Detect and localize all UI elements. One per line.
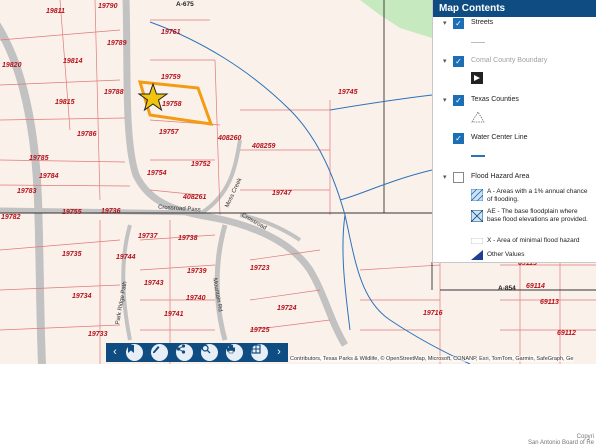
layer-name: Texas Counties (471, 96, 519, 103)
map-view[interactable]: A-675 A-854 19790 19811 19789 19761 1981… (0, 0, 596, 364)
layer-name: Streets (471, 19, 494, 26)
boundary-legend-icon (471, 72, 483, 84)
parcel-label: 19757 (159, 129, 179, 136)
parcel-label: 69112 (557, 330, 576, 337)
parcel-label: 19815 (55, 99, 75, 106)
parcel-label: 19738 (178, 235, 198, 242)
panel-title: Map Contents (433, 0, 596, 17)
layers-icon (251, 344, 261, 354)
parcel-label: 19716 (423, 310, 443, 317)
share-icon (176, 344, 186, 354)
flood-a-legend-text: A - Areas with a 1% annual chance of flo… (487, 188, 588, 203)
streets-legend-line (471, 42, 485, 43)
parcel-label: 19740 (186, 295, 206, 302)
flood-x-legend-icon (471, 238, 483, 244)
parcel-label: 69113 (540, 299, 559, 306)
layers-button[interactable] (251, 344, 268, 361)
parcel-label: 19745 (338, 89, 358, 96)
parcel-label: 19736 (101, 208, 121, 215)
layer-checkbox[interactable]: ✓ (453, 56, 464, 67)
counties-legend-icon (471, 111, 485, 123)
share-button[interactable] (176, 344, 193, 361)
toolbar-prev-button[interactable]: ‹ (108, 343, 122, 362)
draw-button[interactable] (151, 344, 168, 361)
parcel-label: 19723 (250, 265, 270, 272)
parcel-label: 19725 (250, 327, 270, 334)
survey-label: A-675 (176, 1, 194, 8)
parcel-label: 19790 (98, 3, 118, 10)
parcel-label: 19814 (63, 58, 83, 65)
parcel-label: 19758 (162, 101, 182, 108)
parcel-label: 19734 (72, 293, 92, 300)
chevron-down-icon[interactable]: ▾ (443, 19, 447, 27)
chevron-down-icon[interactable]: ▾ (443, 173, 447, 181)
parcel-label: 19820 (2, 62, 22, 69)
draw-icon (153, 346, 160, 353)
survey-label: A-854 (498, 285, 516, 292)
parcel-label: 19786 (77, 131, 97, 138)
parcel-label: 19754 (147, 170, 167, 177)
copyright-notice: Copyri San Antonio Board of Re (528, 434, 594, 446)
print-icon (227, 345, 235, 354)
water-legend-line (471, 155, 485, 157)
parcel-label: 19755 (62, 209, 82, 216)
parcel-label: 19724 (277, 305, 297, 312)
layer-checkbox[interactable]: ✓ (453, 133, 464, 144)
parcel-label: 69114 (526, 283, 545, 290)
parcel-label: 408260 (218, 135, 242, 142)
parcel-label: 19759 (161, 74, 181, 81)
parcel-label: 19737 (138, 233, 158, 240)
map-contents-panel: Map Contents ▾ ✓ Streets ▾ ✓ Comal Count… (432, 0, 596, 263)
parcel-label: 408261 (183, 194, 207, 201)
map-attribution: Contributors, Texas Parks & Wildlife, © … (290, 356, 574, 362)
toolbar-next-button[interactable]: › (272, 343, 286, 362)
flood-a-legend-icon (471, 189, 483, 201)
flood-x-legend-text: X - Area of minimal flood hazard (487, 237, 580, 244)
parcel-label: 19782 (1, 214, 21, 221)
chevron-down-icon[interactable]: ▾ (443, 96, 447, 104)
copyright-line: San Antonio Board of Re (527, 440, 594, 446)
flood-ae-legend-icon (471, 210, 483, 222)
parcel-label: 19785 (29, 155, 49, 162)
parcel-label: 408259 (252, 143, 276, 150)
layer-checkbox[interactable]: ✓ (453, 95, 464, 106)
chevron-down-icon[interactable]: ▾ (443, 57, 447, 65)
layer-checkbox[interactable] (453, 172, 464, 183)
flood-other-legend-text: Other Values (487, 251, 525, 258)
parcel-label: 19788 (104, 89, 124, 96)
flood-other-legend-icon (471, 250, 483, 260)
parcel-label: 19735 (62, 251, 82, 258)
search-button[interactable] (201, 344, 218, 361)
parcel-label: 19752 (191, 161, 211, 168)
parcel-label: 19784 (39, 173, 59, 180)
layer-name: Water Center Line (471, 134, 528, 141)
map-toolbar: ‹ › (106, 343, 288, 362)
flood-ae-legend-text: AE - The base floodplain where base floo… (487, 208, 588, 223)
parcel-label: 19733 (88, 331, 108, 338)
bookmark-icon (128, 345, 134, 353)
parcel-label: 19744 (116, 254, 136, 261)
parcel-label: 19743 (144, 280, 164, 287)
parcel-label: 19747 (272, 190, 292, 197)
layer-name: Flood Hazard Area (471, 173, 530, 180)
parcel-label: 19741 (164, 311, 184, 318)
parcel-label: 19783 (17, 188, 37, 195)
search-icon (201, 344, 211, 354)
layer-name: Comal County Boundary (471, 57, 548, 64)
parcel-label: 19789 (107, 40, 127, 47)
bookmark-button[interactable] (126, 344, 143, 361)
parcel-label: 19811 (46, 8, 65, 15)
print-button[interactable] (226, 344, 243, 361)
layer-checkbox[interactable]: ✓ (453, 18, 464, 29)
parcel-label: 19739 (187, 268, 207, 275)
parcel-label: 19761 (161, 29, 181, 36)
